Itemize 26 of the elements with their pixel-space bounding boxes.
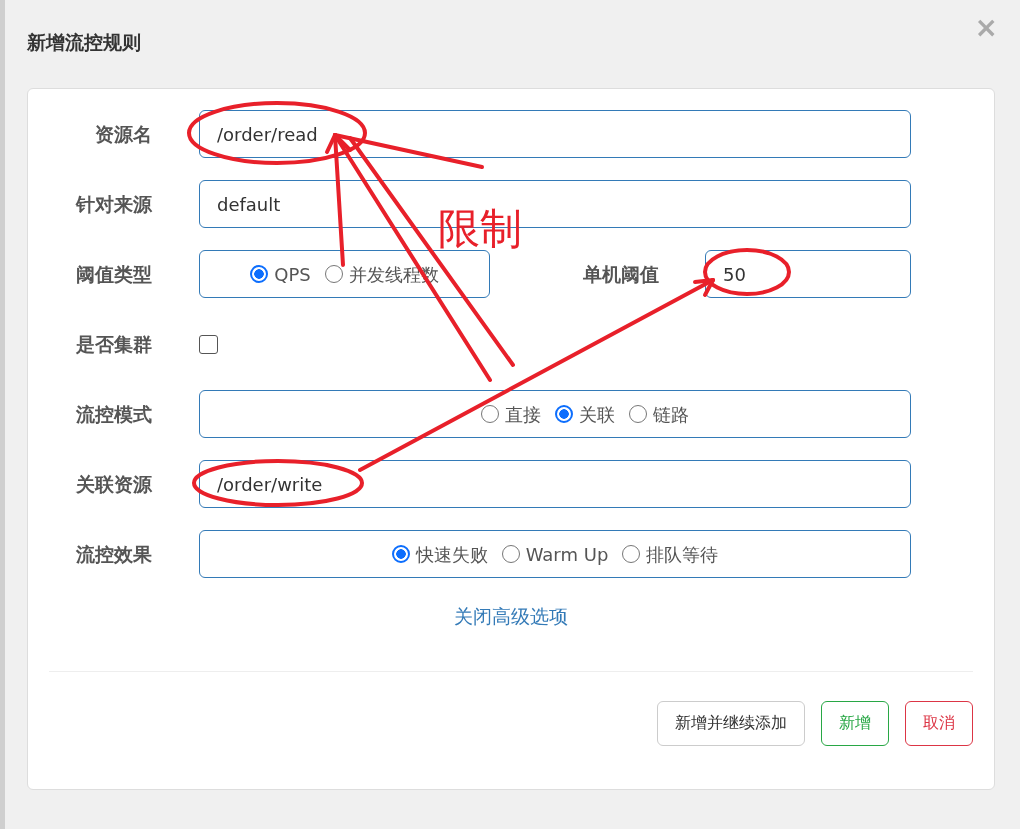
- text-field[interactable]: 50: [705, 250, 911, 298]
- radio-option[interactable]: 链路: [629, 400, 689, 428]
- radio-option[interactable]: 快速失败: [391, 540, 488, 568]
- radio-button[interactable]: [391, 545, 410, 563]
- radio-option[interactable]: 排队等待: [622, 540, 719, 568]
- radio-option[interactable]: Warm Up: [501, 540, 609, 568]
- field-label: 关联资源: [75, 471, 152, 497]
- field-label: 是否集群: [75, 331, 152, 357]
- checkbox[interactable]: [199, 334, 218, 354]
- radio-option[interactable]: 直接: [481, 400, 541, 428]
- radio-button[interactable]: [555, 405, 573, 423]
- field-label: 流控效果: [75, 541, 152, 567]
- cancel-button[interactable]: 取消: [905, 700, 973, 746]
- field-label: 流控模式: [75, 401, 152, 427]
- radio-option[interactable]: QPS: [250, 260, 311, 288]
- toggle-advanced-link[interactable]: 关闭高级选项: [454, 605, 568, 627]
- field-label: 单机阈值: [582, 261, 659, 287]
- radio-button[interactable]: [250, 265, 269, 283]
- field-label: 资源名: [94, 121, 152, 147]
- text-field[interactable]: /order/read: [199, 110, 911, 158]
- field-label: 针对来源: [74, 191, 152, 217]
- field-label: 阈值类型: [75, 261, 152, 287]
- radio-option[interactable]: 关联: [555, 400, 615, 428]
- add-continue-button[interactable]: 新增并继续添加: [657, 700, 805, 746]
- dialog-title: 新增流控规则: [27, 31, 141, 53]
- text-field[interactable]: /order/write: [199, 460, 911, 508]
